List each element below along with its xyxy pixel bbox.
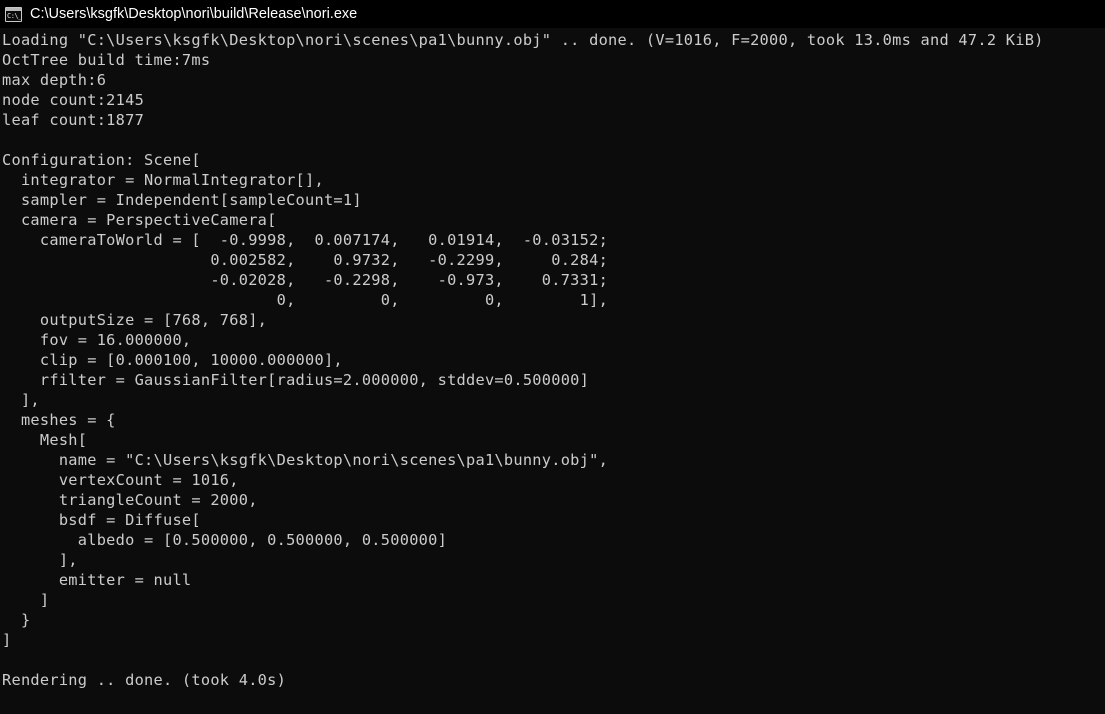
- console-line: -0.02028, -0.2298, -0.973, 0.7331;: [2, 271, 609, 289]
- console-line: sampler = Independent[sampleCount=1]: [2, 191, 362, 209]
- console-line: cameraToWorld = [ -0.9998, 0.007174, 0.0…: [2, 231, 609, 249]
- console-line: rfilter = GaussianFilter[radius=2.000000…: [2, 371, 590, 389]
- console-output: Loading "C:\Users\ksgfk\Desktop\nori\sce…: [2, 30, 1105, 690]
- console-line: 0.002582, 0.9732, -0.2299, 0.284;: [2, 251, 609, 269]
- console-line: leaf count:1877: [2, 111, 145, 129]
- console-line: camera = PerspectiveCamera[: [2, 211, 277, 229]
- console-line: outputSize = [768, 768],: [2, 311, 268, 329]
- console-app-icon: C:\_: [5, 6, 22, 22]
- console-app-icon-prompt: C:\_: [7, 11, 22, 20]
- console-line: bsdf = Diffuse[: [2, 511, 201, 529]
- console-line: triangleCount = 2000,: [2, 491, 258, 509]
- window-title-text: C:\Users\ksgfk\Desktop\nori\build\Releas…: [30, 5, 358, 22]
- console-line: max depth:6: [2, 71, 107, 89]
- console-line: fov = 16.000000,: [2, 331, 192, 349]
- console-window[interactable]: C:\_ C:\Users\ksgfk\Desktop\nori\build\R…: [0, 0, 1105, 714]
- console-line: name = "C:\Users\ksgfk\Desktop\nori\scen…: [2, 451, 609, 469]
- console-line: OctTree build time:7ms: [2, 51, 211, 69]
- console-line: emitter = null: [2, 571, 192, 589]
- console-text-area[interactable]: Loading "C:\Users\ksgfk\Desktop\nori\sce…: [0, 28, 1105, 714]
- console-line: vertexCount = 1016,: [2, 471, 239, 489]
- console-line: ]: [2, 591, 50, 609]
- console-line: ],: [2, 391, 40, 409]
- console-line: albedo = [0.500000, 0.500000, 0.500000]: [2, 531, 448, 549]
- window-title-bar[interactable]: C:\_ C:\Users\ksgfk\Desktop\nori\build\R…: [0, 0, 1105, 28]
- console-line: Configuration: Scene[: [2, 151, 201, 169]
- console-line: integrator = NormalIntegrator[],: [2, 171, 324, 189]
- console-line: }: [2, 611, 31, 629]
- console-line: node count:2145: [2, 91, 145, 109]
- console-line: Loading "C:\Users\ksgfk\Desktop\nori\sce…: [2, 31, 1044, 49]
- console-line: Rendering .. done. (took 4.0s): [2, 671, 287, 689]
- console-line: ],: [2, 551, 78, 569]
- console-line: clip = [0.000100, 10000.000000],: [2, 351, 343, 369]
- console-line: Mesh[: [2, 431, 88, 449]
- console-app-icon-titlebar: [6, 7, 21, 11]
- console-line: 0, 0, 0, 1],: [2, 291, 609, 309]
- console-line: ]: [2, 631, 12, 649]
- console-line: meshes = {: [2, 411, 116, 429]
